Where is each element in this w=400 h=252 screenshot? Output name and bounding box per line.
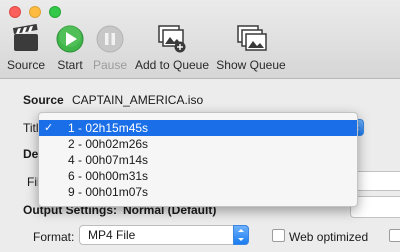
pause-button-label: Pause: [92, 58, 128, 72]
zoom-window-button[interactable]: [49, 6, 61, 18]
show-queue-button-label: Show Queue: [216, 58, 286, 72]
add-to-queue-button[interactable]: Add to Queue: [134, 24, 210, 72]
add-to-queue-button-label: Add to Queue: [134, 58, 210, 72]
title-menu-item-2[interactable]: 2 - 00h02m26s: [39, 136, 357, 152]
close-window-button[interactable]: [9, 6, 21, 18]
clapperboard-icon: [9, 23, 43, 54]
title-menu-item-label: 1 - 02h15m45s: [68, 121, 149, 135]
start-button[interactable]: Start: [53, 24, 87, 72]
title-menu-item-label: 6 - 00h00m31s: [68, 169, 149, 183]
pause-icon: [93, 24, 127, 54]
title-menu-item-9[interactable]: 9 - 00h01m07s: [39, 184, 357, 200]
format-popup-value: MP4 File: [88, 228, 136, 242]
minimize-window-button[interactable]: [29, 6, 41, 18]
show-queue-icon: [234, 24, 268, 54]
source-button[interactable]: Source: [6, 23, 46, 72]
title-menu-item-1[interactable]: ✓ 1 - 02h15m45s: [39, 120, 357, 136]
title-menu-item-label: 4 - 00h07m14s: [68, 153, 149, 167]
format-label: Format:: [33, 230, 75, 244]
web-optimized-checkbox[interactable]: [272, 229, 285, 242]
start-button-label: Start: [57, 58, 83, 72]
second-option-checkbox[interactable]: [389, 229, 400, 242]
title-menu-item-6[interactable]: 6 - 00h00m31s: [39, 168, 357, 184]
format-popup-arrows-icon: [233, 225, 249, 245]
title-menu: ✓ 1 - 02h15m45s 2 - 00h02m26s 4 - 00h07m…: [38, 112, 358, 207]
title-menu-item-label: 9 - 00h01m07s: [68, 185, 149, 199]
source-button-label: Source: [6, 58, 46, 72]
source-value: CAPTAIN_AMERICA.iso: [72, 93, 204, 107]
source-label: Source: [23, 93, 64, 107]
title-menu-item-4[interactable]: 4 - 00h07m14s: [39, 152, 357, 168]
play-icon: [53, 24, 87, 54]
checkmark-icon: ✓: [44, 122, 54, 134]
toolbar: Source Start Pause Add to Queue Show Que…: [0, 0, 400, 79]
show-queue-button[interactable]: Show Queue: [215, 24, 287, 72]
web-optimized-label: Web optimized: [289, 230, 369, 244]
title-menu-item-label: 2 - 00h02m26s: [68, 137, 149, 151]
add-to-queue-icon: [155, 24, 189, 54]
pause-button[interactable]: Pause: [92, 24, 128, 72]
format-popup[interactable]: MP4 File: [79, 225, 249, 245]
